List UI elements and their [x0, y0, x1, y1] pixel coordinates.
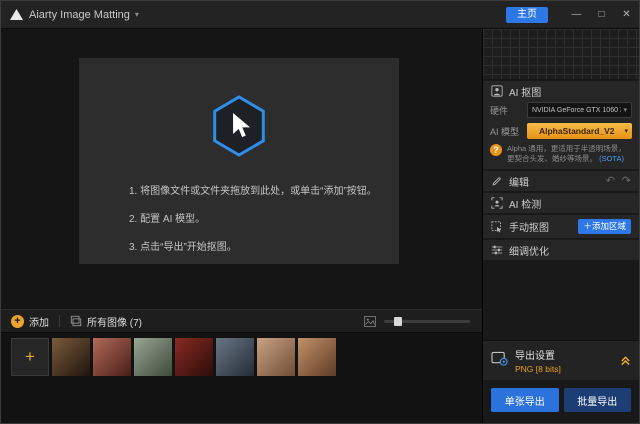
chevron-down-icon: ▾: [624, 128, 628, 135]
thumbnail-size-icon: [364, 315, 376, 327]
slider-handle[interactable]: [394, 316, 402, 326]
section-ai-matting: AI 抠图 硬件 NVIDIA GeForce GTX 1060 3GB ▾ A…: [483, 81, 639, 169]
app-menu-caret-icon[interactable]: ▾: [135, 10, 139, 19]
help-icon[interactable]: ?: [490, 144, 502, 156]
thumbnail-3[interactable]: [134, 338, 172, 376]
ai-detect-title: AI 检测: [509, 199, 542, 211]
thumbnail-6[interactable]: [257, 338, 295, 376]
tab-all-images-label: 所有图像 (7): [87, 317, 142, 329]
model-select[interactable]: AlphaStandard_V2 ▾: [527, 123, 632, 139]
collapse-chevrons-icon[interactable]: [620, 355, 631, 366]
export-settings-text: 导出设置 PNG [8 bits]: [515, 347, 561, 374]
export-buttons: 单张导出 批量导出: [483, 380, 639, 423]
ai-matting-header[interactable]: AI 抠图: [483, 81, 639, 101]
transparency-grid-preview: [483, 29, 639, 79]
model-label: AI 模型: [490, 126, 520, 137]
ai-matting-title: AI 抠图: [509, 87, 542, 99]
chevron-down-icon: ▾: [623, 107, 627, 114]
manual-matting-header[interactable]: 手动抠图 ＋添加区域: [483, 215, 639, 238]
hint-line-1: Alpha 通用，更适用于半透明场景，: [507, 144, 626, 153]
sidebar: AI 抠图 硬件 NVIDIA GeForce GTX 1060 3GB ▾ A…: [483, 29, 639, 423]
sidebar-filler: [483, 260, 639, 340]
ai-detect-icon: [491, 197, 503, 209]
canvas-area: 1. 将图像文件或文件夹拖放到此处，或单击“添加”按钮。 2. 配置 AI 模型…: [1, 29, 482, 309]
model-hint: ? Alpha 通用，更适用于半透明场景， 更契合头发、婚纱等场景。 (SOTA…: [490, 144, 632, 164]
redo-icon[interactable]: ↷: [622, 175, 631, 187]
app-window: Aiarty Image Matting ▾ 主页 — □ ✕ 1. 将图像文件…: [0, 0, 640, 424]
ai-detect-header[interactable]: AI 检测: [483, 193, 639, 213]
sota-link[interactable]: (SOTA): [599, 154, 624, 163]
ai-matting-icon: [491, 85, 503, 97]
home-button[interactable]: 主页: [506, 6, 548, 23]
thumbnail-4[interactable]: [175, 338, 213, 376]
add-button-label: 添加: [29, 317, 49, 329]
minimize-button[interactable]: —: [564, 1, 589, 28]
model-hint-text: Alpha 通用，更适用于半透明场景， 更契合头发、婚纱等场景。 (SOTA): [507, 144, 626, 164]
single-export-button[interactable]: 单张导出: [491, 388, 559, 412]
drop-instructions: 1. 将图像文件或文件夹拖放到此处，或单击“添加”按钮。 2. 配置 AI 模型…: [129, 182, 377, 266]
add-icon: +: [11, 314, 24, 328]
model-row: AI 模型 AlphaStandard_V2 ▾: [490, 123, 632, 139]
history-controls: ↶ ↷: [606, 175, 631, 187]
thumbnail-7[interactable]: [298, 338, 336, 376]
app-logo-icon: [10, 9, 23, 20]
export-settings[interactable]: 导出设置 PNG [8 bits]: [483, 340, 639, 380]
hexagon-cursor-icon: [209, 94, 269, 163]
hardware-label: 硬件: [490, 105, 509, 116]
thumbnail-5[interactable]: [216, 338, 254, 376]
edit-title: 编辑: [509, 177, 529, 189]
section-manual-matting: 手动抠图 ＋添加区域: [483, 215, 639, 238]
export-bits-value: [8 bits]: [535, 364, 561, 374]
pencil-icon: [491, 175, 503, 187]
hint-line-2: 更契合头发、婚纱等场景。: [507, 154, 597, 163]
instruction-line-1: 1. 将图像文件或文件夹拖放到此处，或单击“添加”按钮。: [129, 186, 377, 197]
add-image-tile[interactable]: +: [11, 338, 49, 376]
export-format-value: PNG: [515, 364, 534, 374]
add-region-button[interactable]: ＋添加区域: [578, 219, 631, 234]
hardware-select[interactable]: NVIDIA GeForce GTX 1060 3GB ▾: [527, 102, 632, 118]
model-value: AlphaStandard_V2: [538, 126, 615, 136]
sliders-icon: [491, 244, 503, 256]
export-settings-icon: [491, 351, 508, 371]
filmstrip-toolbar: + 添加 所有图像 (7): [1, 310, 482, 333]
section-edit: 编辑 ↶ ↷: [483, 171, 639, 191]
dropzone[interactable]: 1. 将图像文件或文件夹拖放到此处，或单击“添加”按钮。 2. 配置 AI 模型…: [79, 58, 399, 264]
manual-matting-icon: [491, 220, 503, 233]
thumbnail-2[interactable]: [93, 338, 131, 376]
thumbnail-1[interactable]: [52, 338, 90, 376]
section-finetune: 细调优化: [483, 240, 639, 260]
toolbar-divider: [59, 315, 60, 327]
add-button[interactable]: + 添加: [11, 314, 49, 329]
maximize-button[interactable]: □: [589, 1, 614, 28]
titlebar: Aiarty Image Matting ▾ 主页 — □ ✕: [1, 1, 639, 29]
section-ai-detect: AI 检测: [483, 193, 639, 213]
export-format: PNG [8 bits]: [515, 364, 561, 374]
thumbnail-strip: +: [1, 333, 482, 381]
hardware-value: NVIDIA GeForce GTX 1060 3GB: [532, 106, 621, 114]
undo-icon[interactable]: ↶: [606, 175, 615, 187]
thumbnail-size-slider[interactable]: [384, 316, 470, 326]
instruction-line-2: 2. 配置 AI 模型。: [129, 214, 206, 225]
finetune-title: 细调优化: [509, 246, 549, 258]
body: 1. 将图像文件或文件夹拖放到此处，或单击“添加”按钮。 2. 配置 AI 模型…: [1, 29, 639, 423]
batch-export-button[interactable]: 批量导出: [563, 388, 631, 412]
export-settings-label: 导出设置: [515, 351, 555, 362]
photos-stack-icon: [70, 315, 82, 327]
hardware-row: 硬件 NVIDIA GeForce GTX 1060 3GB ▾: [490, 102, 632, 118]
tab-all-images[interactable]: 所有图像 (7): [70, 314, 142, 329]
finetune-header[interactable]: 细调优化: [483, 240, 639, 260]
app-title: Aiarty Image Matting: [29, 8, 130, 21]
filmstrip: + 添加 所有图像 (7) +: [1, 309, 482, 423]
manual-matting-title: 手动抠图: [509, 223, 549, 234]
edit-header[interactable]: 编辑 ↶ ↷: [483, 171, 639, 191]
main-area: 1. 将图像文件或文件夹拖放到此处，或单击“添加”按钮。 2. 配置 AI 模型…: [1, 29, 483, 423]
instruction-line-3: 3. 点击“导出”开始抠图。: [129, 242, 237, 253]
ai-matting-body: 硬件 NVIDIA GeForce GTX 1060 3GB ▾ AI 模型 A…: [483, 101, 639, 169]
close-button[interactable]: ✕: [614, 1, 639, 28]
